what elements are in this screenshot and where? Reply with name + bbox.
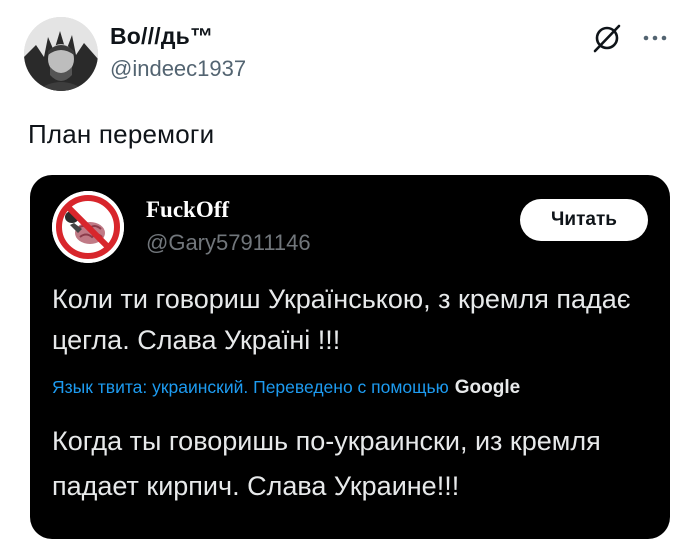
translation-note: Язык твита: украинский. Переведено с пом… <box>52 377 670 399</box>
read-button: Читать <box>520 199 648 241</box>
embed-original-text: Коли ти говориш Українською, з кремля па… <box>52 284 631 355</box>
prohibited-sign-avatar-icon <box>52 191 124 263</box>
avatar-portrait-icon <box>24 17 98 91</box>
embed-translated-text: Когда ты говоришь по-украински, из кремл… <box>52 426 601 501</box>
more-icon[interactable] <box>640 28 670 48</box>
embedded-tweet-screenshot[interactable]: FuckOff @Gary57911146 Читать Коли ти гов… <box>30 175 670 539</box>
google-logo: Google <box>454 377 521 398</box>
embed-user-handle: @Gary57911146 <box>146 230 311 255</box>
tweet: Во///дь™ @indeec1937 План перемоги FuckO… <box>0 0 700 554</box>
user-handle[interactable]: @indeec1937 <box>110 56 246 82</box>
display-name[interactable]: Во///дь™ <box>110 23 213 50</box>
avatar[interactable] <box>24 17 98 91</box>
embed-avatar <box>52 191 124 263</box>
grok-icon[interactable] <box>592 23 622 53</box>
post-text: План перемоги <box>28 119 215 149</box>
embed-display-name: FuckOff <box>146 197 230 222</box>
translation-label: Язык твита: украинский. Переведено с пом… <box>52 377 449 397</box>
